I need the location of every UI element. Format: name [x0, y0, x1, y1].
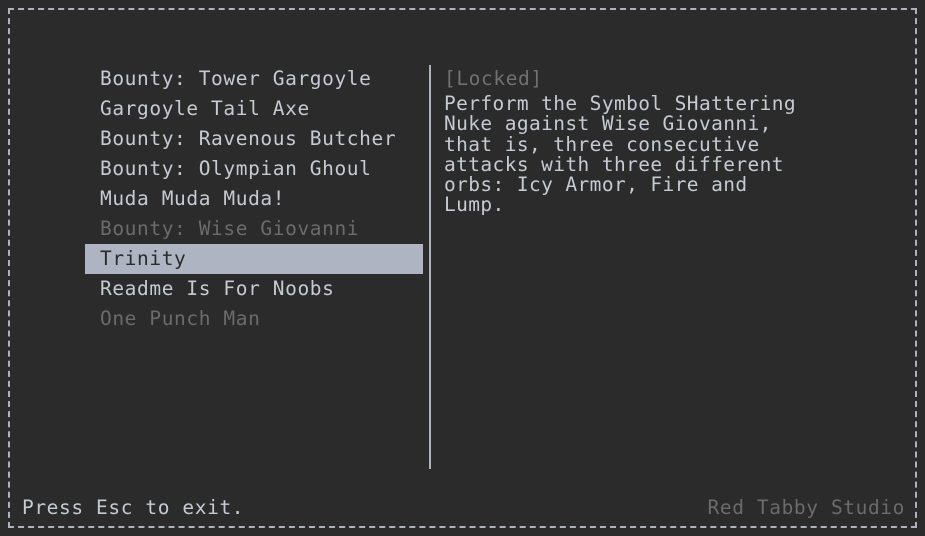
panel-divider — [429, 65, 431, 469]
detail-description: Perform the Symbol SHattering Nuke again… — [444, 92, 797, 217]
quest-list-item[interactable]: Bounty: Tower Gargoyle — [85, 64, 423, 94]
quest-list-item[interactable]: One Punch Man — [85, 304, 423, 334]
quest-list-item[interactable]: Bounty: Wise Giovanni — [85, 214, 423, 244]
quest-list-item[interactable]: Bounty: Ravenous Butcher — [85, 124, 423, 154]
achievement-browser-window: Bounty: Tower Gargoyle Gargoyle Tail Axe B… — [0, 0, 925, 536]
footer-studio-credit: Red Tabby Studio — [707, 496, 905, 519]
quest-list-item[interactable]: Readme Is For Noobs — [85, 274, 423, 304]
detail-status-badge: [Locked] — [444, 67, 543, 90]
footer-exit-hint: Press Esc to exit. — [22, 496, 245, 519]
quest-list-item[interactable]: Muda Muda Muda! — [85, 184, 423, 214]
quest-list-item[interactable]: Bounty: Olympian Ghoul — [85, 154, 423, 184]
detail-panel: [Locked] Perform the Symbol SHattering N… — [444, 64, 844, 216]
quest-list-item[interactable]: Gargoyle Tail Axe — [85, 94, 423, 124]
quest-list-item[interactable]: Trinity — [85, 244, 423, 274]
quest-list[interactable]: Bounty: Tower Gargoyle Gargoyle Tail Axe B… — [85, 64, 423, 334]
